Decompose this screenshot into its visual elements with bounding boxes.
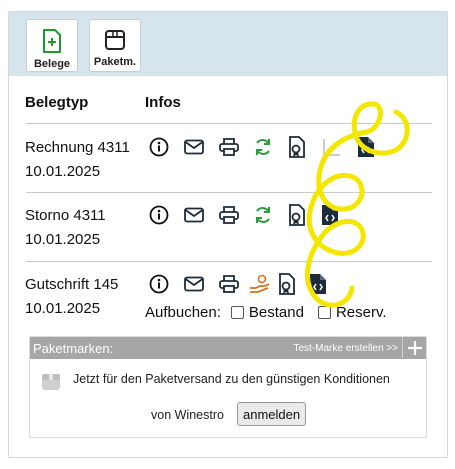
document-badge-icon[interactable] (286, 136, 308, 158)
info-icon[interactable] (148, 136, 170, 158)
print-icon[interactable] (218, 273, 240, 295)
row-gutschrift: Gutschrift 145 10.01.2025 (25, 273, 118, 321)
divider (26, 123, 432, 124)
col-infos: Infos (145, 94, 181, 111)
chart-icon (321, 136, 343, 158)
mail-icon[interactable] (183, 136, 205, 158)
row-rechnung: Rechnung 4311 10.01.2025 (25, 136, 130, 184)
print-icon[interactable] (218, 204, 240, 226)
sync-icon[interactable] (252, 136, 274, 158)
mail-icon[interactable] (183, 273, 205, 295)
beleg-date: 10.01.2025 (25, 300, 101, 317)
info-icon[interactable] (148, 273, 170, 295)
reserv-label: Reserv. (335, 304, 387, 321)
package-icon (42, 374, 60, 390)
plus-icon (407, 341, 422, 355)
paketmarken-promo: Jetzt für den Paketversand zu den günsti… (73, 372, 390, 386)
add-paketmarke-button[interactable] (402, 337, 426, 359)
reserv-checkbox[interactable] (317, 306, 331, 319)
beleg-type: Storno 4311 (25, 207, 106, 224)
beleg-type: Gutschrift 145 (25, 276, 119, 293)
paketmarken-von: von Winestro (151, 408, 224, 422)
paketmarken-header: Paketmarken: Test-Marke erstellen >> (30, 337, 426, 359)
info-icon[interactable] (148, 204, 170, 226)
col-belegtyp: Belegtyp (25, 94, 89, 111)
aufbuchen-row: Aufbuchen: Bestand Reserv. (145, 304, 387, 321)
beleg-date: 10.01.2025 (25, 163, 101, 180)
row-storno: Storno 4311 10.01.2025 (25, 204, 106, 252)
paketmarken-box: Paketmarken: Test-Marke erstellen >> Jet… (29, 336, 427, 438)
bestand-checkbox[interactable] (230, 306, 244, 319)
print-icon[interactable] (218, 136, 240, 158)
reserv-option[interactable]: Reserv. (317, 304, 387, 321)
test-marke-link[interactable]: Test-Marke erstellen >> (294, 343, 399, 354)
belege-panel: Belege Paketm. Belegtyp Infos Rechnung 4… (8, 11, 448, 458)
belege-label: Belege (33, 58, 71, 70)
xml-file-icon[interactable] (319, 204, 341, 226)
beleg-date: 10.01.2025 (25, 231, 101, 248)
paketmarken-label: Paketm. (93, 56, 137, 68)
add-document-icon (43, 29, 61, 53)
paketmarken-button[interactable]: Paketm. (89, 19, 141, 72)
beleg-type: Rechnung 4311 (25, 139, 130, 156)
document-badge-icon[interactable] (286, 204, 308, 226)
sync-icon[interactable] (252, 204, 274, 226)
xml-file-icon[interactable] (307, 273, 329, 295)
package-icon (105, 30, 125, 50)
divider (26, 192, 432, 193)
anmelden-button[interactable]: anmelden (237, 402, 307, 426)
payout-hand-icon[interactable] (249, 273, 271, 295)
document-badge-icon[interactable] (276, 273, 298, 295)
bestand-option[interactable]: Bestand (230, 304, 304, 321)
bestand-label: Bestand (248, 304, 304, 321)
mail-icon[interactable] (183, 204, 205, 226)
xml-file-icon[interactable] (355, 136, 377, 158)
paketmarken-title: Paketmarken: (33, 341, 114, 356)
belege-button[interactable]: Belege (26, 19, 78, 72)
aufbuchen-label: Aufbuchen: (145, 304, 221, 321)
divider (26, 261, 432, 262)
toolbar: Belege Paketm. (9, 12, 447, 76)
